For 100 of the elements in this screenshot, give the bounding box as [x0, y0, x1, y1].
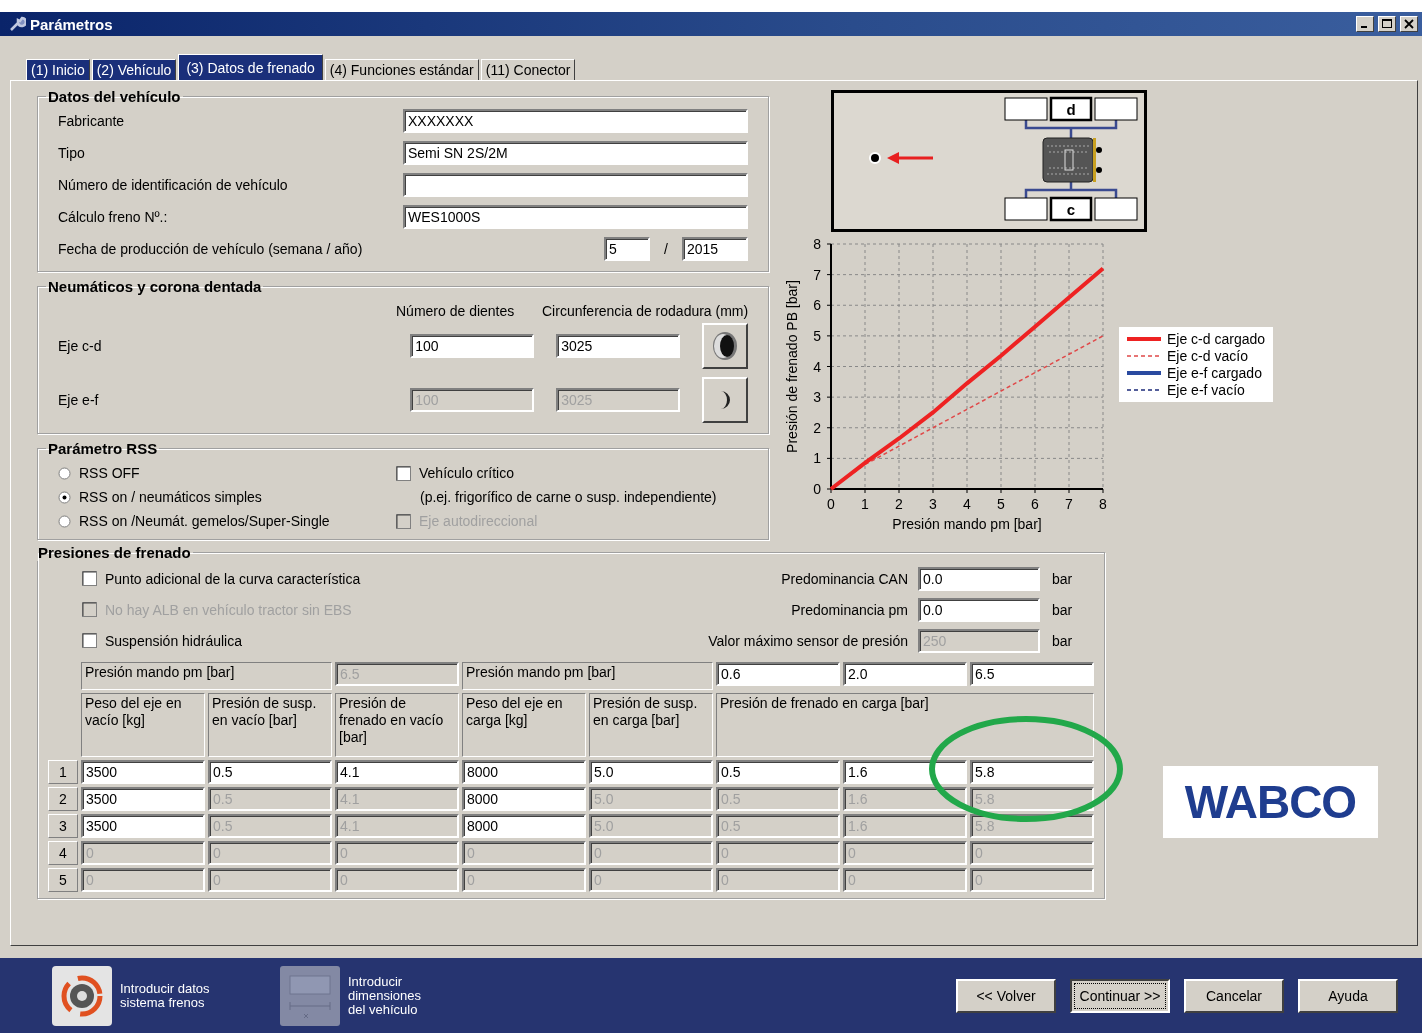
y-tick-label: 4: [813, 358, 821, 375]
group-title: Neumáticos y corona dentada: [47, 278, 263, 295]
x-tick-label: 5: [997, 496, 1005, 512]
column-header: Peso del eje en carga [kg]: [462, 693, 586, 757]
tab[interactable]: (4) Funciones estándar: [324, 59, 479, 80]
table-cell-field[interactable]: 0.5: [208, 760, 332, 784]
group-title: Parámetro RSS: [47, 440, 159, 457]
radio-label: RSS on /Neumát. gemelos/Super-Single: [79, 513, 330, 529]
window-title: Parámetros: [30, 15, 114, 33]
text-field[interactable]: Semi SN 2S/2M: [403, 141, 748, 165]
row-number: 2: [48, 787, 78, 811]
field-label: Cálculo freno Nº.:: [58, 209, 168, 225]
text-field[interactable]: XXXXXXX: [403, 109, 748, 133]
tab[interactable]: (2) Vehículo: [91, 59, 177, 80]
maximize-icon[interactable]: [1378, 16, 1396, 32]
table-cell-field[interactable]: 4.1: [335, 760, 459, 784]
checkbox[interactable]: [82, 633, 97, 648]
ecu-icon: [1042, 137, 1102, 183]
arrow-icon: [869, 152, 933, 164]
nav-button[interactable]: << Volver: [956, 978, 1056, 1013]
row-number: 5: [48, 868, 78, 892]
wrench-icon: [8, 15, 26, 33]
tab[interactable]: (3) Datos de frenado: [178, 54, 323, 80]
field-label: Fecha de producción de vehículo (semana / año): [58, 241, 363, 257]
column-header: Presión de susp. en vacío [bar]: [208, 693, 332, 757]
x-axis-label: Presión mando pm [bar]: [892, 516, 1042, 532]
year-field[interactable]: 2015: [682, 237, 748, 261]
text-field[interactable]: WES1000S: [403, 205, 748, 229]
setting-field[interactable]: 0.0: [918, 597, 1040, 622]
x-tick-label: 6: [1031, 496, 1039, 512]
column-header: Número de dientes: [396, 303, 516, 319]
unit-label: bar: [1051, 570, 1073, 587]
legend-label: Eje c-d vacío: [1167, 348, 1248, 364]
minimize-icon[interactable]: [1356, 16, 1374, 32]
teeth-field[interactable]: 100: [410, 334, 535, 358]
unit-label: bar: [1051, 601, 1073, 618]
legend-swatch: [1127, 370, 1161, 376]
tab[interactable]: (11) Conector: [480, 59, 576, 80]
checkbox[interactable]: [396, 465, 411, 481]
axle-label: Eje c-d: [58, 338, 103, 354]
column-header: Presión de frenado en carga [bar]: [716, 693, 1094, 757]
y-tick-label: 6: [813, 297, 821, 314]
x-tick-label: 8: [1099, 496, 1107, 512]
unit-label: bar: [1051, 632, 1073, 649]
table-cell-field[interactable]: 0.5: [716, 760, 840, 784]
table-cell-field[interactable]: 5.0: [589, 760, 713, 784]
table-cell-field[interactable]: 8000: [462, 787, 586, 811]
table-cell-field[interactable]: 3500: [81, 787, 205, 811]
checkbox-note: (p.ej. frigorífico de carne o susp. independiente): [420, 489, 717, 505]
shortcut-label[interactable]: Introducir datos sistema frenos: [120, 981, 230, 1010]
radio-button[interactable]: [58, 466, 71, 480]
tire-icon: [720, 391, 730, 409]
date-separator: /: [664, 241, 668, 257]
setting-field[interactable]: 0.0: [918, 566, 1040, 591]
text-field[interactable]: [403, 173, 748, 197]
row-number: 3: [48, 814, 78, 838]
nav-button[interactable]: Cancelar: [1184, 978, 1284, 1013]
y-tick-label: 2: [813, 419, 821, 436]
table-cell-field[interactable]: 3500: [81, 760, 205, 784]
radio-button[interactable]: [58, 490, 71, 504]
setting-label: Predominancia CAN: [781, 570, 908, 587]
x-tick-label: 0: [827, 496, 835, 512]
x-tick-label: 7: [1065, 496, 1073, 512]
row-number: 1: [48, 760, 78, 784]
axle-label: d: [1066, 101, 1076, 118]
field-label: Tipo: [58, 145, 85, 161]
group-title: Datos del vehículo: [47, 88, 182, 105]
checkbox[interactable]: [82, 571, 97, 586]
pressure-field[interactable]: 2.0: [843, 662, 967, 686]
table-cell-field[interactable]: 8000: [462, 814, 586, 838]
nav-button[interactable]: Ayuda: [1298, 978, 1398, 1013]
x-tick-label: 1: [861, 496, 869, 512]
radio-label: RSS OFF: [79, 465, 140, 481]
tire-button[interactable]: [702, 323, 749, 369]
column-header: Presión mando pm [bar]: [462, 662, 713, 690]
tire-button[interactable]: [702, 377, 749, 423]
table-cell-field[interactable]: 3500: [81, 814, 205, 838]
radio-button[interactable]: [58, 514, 71, 528]
y-tick-label: 7: [813, 266, 821, 283]
column-header: Presión mando pm [bar]: [81, 662, 332, 690]
y-tick-label: 3: [813, 389, 821, 406]
x-tick-label: 4: [963, 496, 971, 512]
nav-button[interactable]: Continuar >>: [1070, 978, 1170, 1013]
table-cell-field[interactable]: 8000: [462, 760, 586, 784]
pressure-field[interactable]: 0.6: [716, 662, 840, 686]
legend-swatch: [1127, 353, 1161, 359]
table-cell-field[interactable]: 5.8: [970, 760, 1094, 784]
pressure-field[interactable]: 6.5: [970, 662, 1094, 686]
week-field[interactable]: 5: [604, 237, 651, 261]
close-icon[interactable]: [1400, 16, 1418, 32]
tab[interactable]: (1) Inicio: [26, 59, 90, 80]
x-tick-label: 2: [895, 496, 903, 512]
logo: WABCO: [1163, 765, 1378, 838]
legend-swatch: [1127, 387, 1161, 393]
circumference-field[interactable]: 3025: [556, 334, 681, 358]
legend-label: Eje c-d cargado: [1167, 331, 1266, 347]
column-header: Presión de frenado en vacío [bar]: [335, 693, 459, 757]
table-cell-field[interactable]: 1.6: [843, 760, 967, 784]
checkbox-label: Suspensión hidráulica: [105, 632, 242, 649]
field-label: Fabricante: [58, 113, 125, 129]
